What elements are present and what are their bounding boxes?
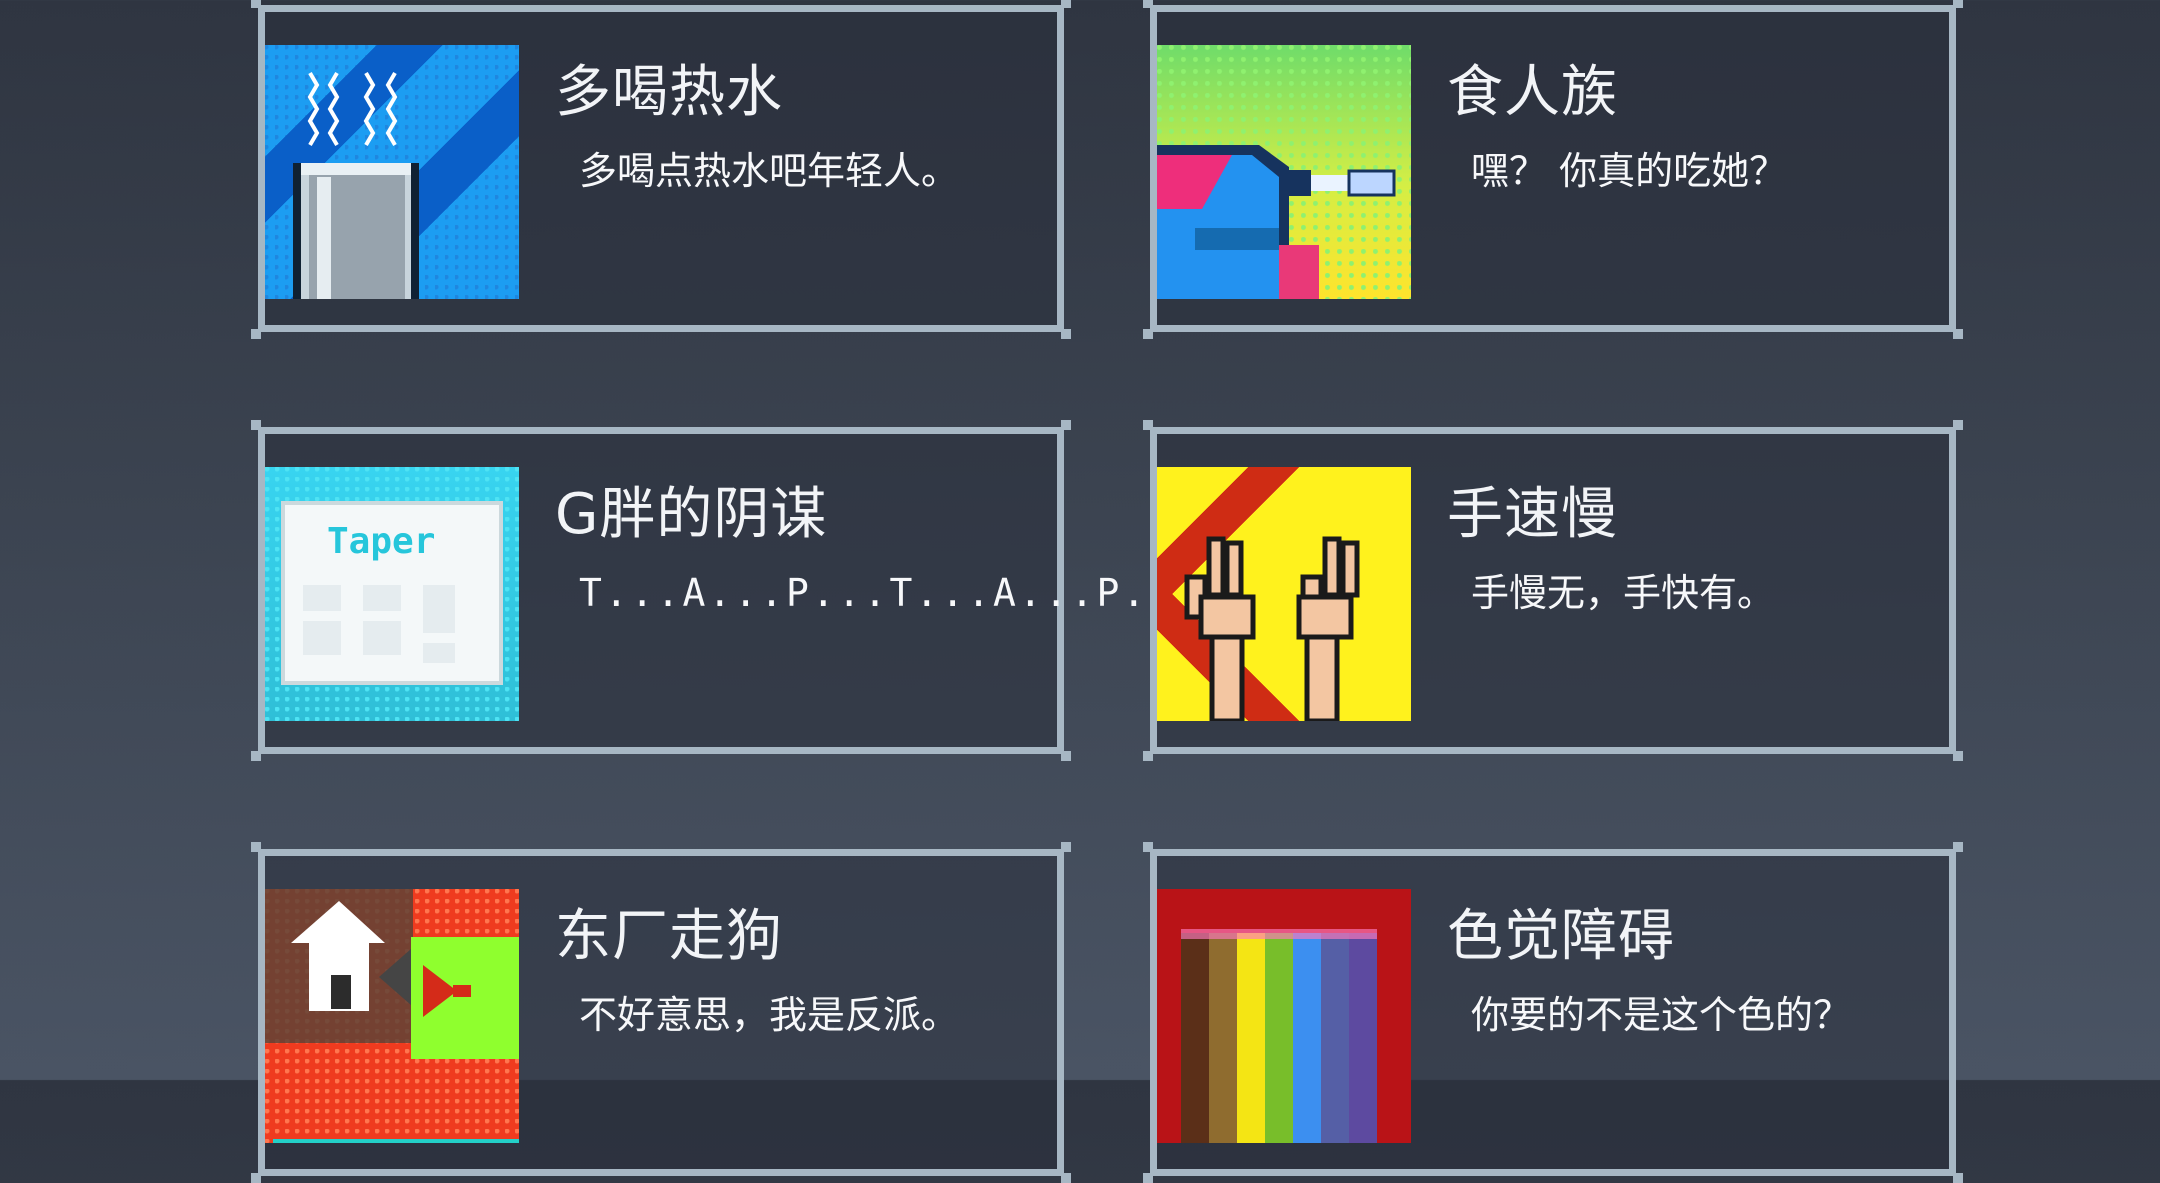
game-title: 手速慢	[1447, 482, 1618, 547]
game-title: G胖的阴谋	[555, 482, 828, 547]
game-card-water[interactable]: 多喝热水 多喝点热水吧年轻人。	[251, 0, 1071, 339]
peace-hands-icon	[1157, 467, 1411, 721]
card-corner	[1953, 1173, 1963, 1183]
card-corner	[1953, 329, 1963, 339]
card-corner	[1061, 1173, 1071, 1183]
game-card-taper[interactable]: Taper G胖的阴谋 T...A...P...T...A...P...	[251, 420, 1197, 761]
card-corner	[1143, 329, 1153, 339]
cannibal-icon	[1157, 45, 1411, 299]
card-corner	[1061, 751, 1071, 761]
taper-document-icon: Taper	[265, 467, 519, 721]
house-arrow-icon	[265, 889, 519, 1143]
card-corner	[251, 1173, 261, 1183]
card-corner	[1143, 1173, 1153, 1183]
game-title: 东厂走狗	[555, 904, 783, 969]
game-card-slow[interactable]: 手速慢 手慢无，手快有。	[1143, 420, 1963, 761]
color-bars-icon	[1157, 889, 1411, 1143]
game-description: 多喝点热水吧年轻人。	[579, 149, 960, 193]
game-card-cannibal[interactable]: 食人族 嘿？ 你真的吃她？	[1143, 0, 1963, 339]
game-title: 多喝热水	[555, 60, 783, 125]
game-card-color[interactable]: 色觉障碍 你要的不是这个色的？	[1143, 842, 1963, 1183]
card-corner	[1953, 751, 1963, 761]
card-corner	[1143, 751, 1153, 761]
game-description: 不好意思，我是反派。	[579, 993, 960, 1037]
hot-water-cup-icon	[265, 45, 519, 299]
card-corner	[251, 329, 261, 339]
game-card-dog[interactable]: 东厂走狗 不好意思，我是反派。	[251, 842, 1071, 1183]
game-description: 手慢无，手快有。	[1471, 571, 1776, 615]
card-corner	[1061, 329, 1071, 339]
card-corner	[251, 751, 261, 761]
game-description: T...A...P...T...A...P...	[579, 571, 1201, 615]
taper-thumb-text: Taper	[327, 521, 435, 562]
game-description: 你要的不是这个色的？	[1471, 993, 1852, 1037]
game-title: 色觉障碍	[1447, 904, 1675, 969]
game-description: 嘿？ 你真的吃她？	[1471, 149, 1788, 193]
game-title: 食人族	[1447, 60, 1618, 125]
